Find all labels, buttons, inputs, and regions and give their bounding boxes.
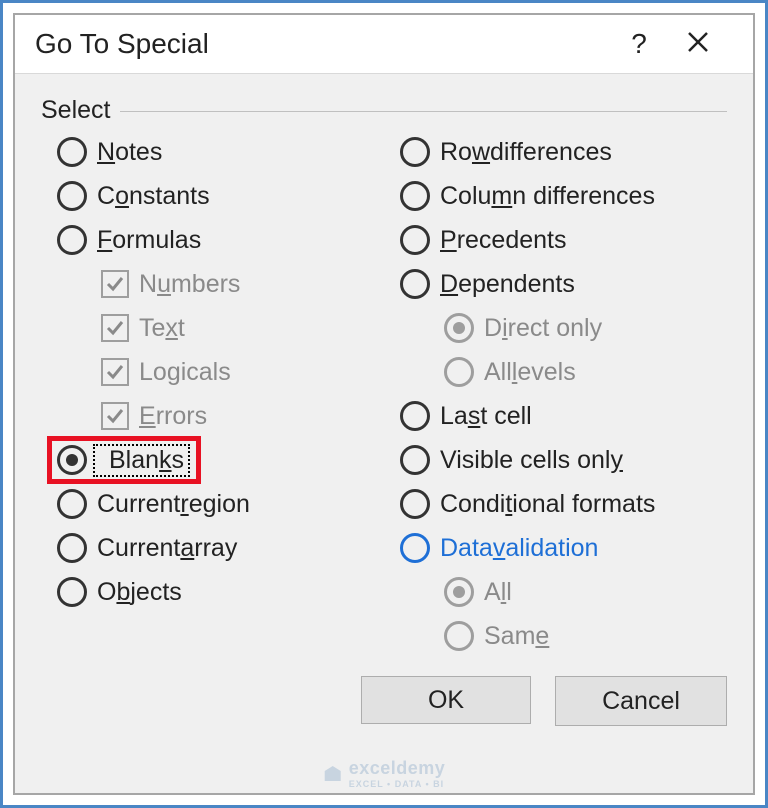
option-formulas[interactable]: Formulas — [41, 218, 384, 262]
focus-rect: Blanks — [93, 444, 190, 477]
option-same: Same — [384, 614, 727, 658]
cancel-button[interactable]: Cancel — [555, 676, 727, 726]
label-objects: Objects — [97, 578, 182, 607]
radio-all — [444, 577, 474, 607]
label-notes: Notes — [97, 138, 162, 167]
dialog-titlebar: Go To Special ? — [15, 15, 753, 74]
radio-formulas[interactable] — [57, 225, 87, 255]
option-visible[interactable]: Visible cells only — [384, 438, 727, 482]
radio-alllev — [444, 357, 474, 387]
radio-objects[interactable] — [57, 577, 87, 607]
dialog-title: Go To Special — [35, 28, 615, 60]
option-errors: Errors — [41, 394, 384, 438]
label-formulas: Formulas — [97, 226, 201, 255]
label-numbers: Numbers — [139, 270, 240, 299]
option-datavald[interactable]: Data validation — [384, 526, 727, 570]
label-alllev: All levels — [484, 358, 576, 387]
option-condfmt[interactable]: Conditional formats — [384, 482, 727, 526]
radio-preced[interactable] — [400, 225, 430, 255]
radio-direct — [444, 313, 474, 343]
option-coldiff[interactable]: Column differences — [384, 174, 727, 218]
checkbox-errors — [101, 402, 129, 430]
checkbox-logicals — [101, 358, 129, 386]
option-constants[interactable]: Constants — [41, 174, 384, 218]
checkbox-text — [101, 314, 129, 342]
label-preced: Precedents — [440, 226, 566, 255]
radio-coldiff[interactable] — [400, 181, 430, 211]
radio-lastcell[interactable] — [400, 401, 430, 431]
group-separator — [41, 111, 727, 112]
option-depend[interactable]: Dependents — [384, 262, 727, 306]
label-coldiff: Column differences — [440, 182, 655, 211]
label-all: All — [484, 578, 512, 607]
label-logicals: Logicals — [139, 358, 231, 387]
label-lastcell: Last cell — [440, 402, 532, 431]
options-right-column: Row differences Column differences Precede… — [384, 130, 727, 658]
label-datavald: Data validation — [440, 534, 598, 563]
group-label: Select — [41, 96, 120, 125]
label-constants: Constants — [97, 182, 210, 211]
options-left-column: Notes Constants Formulas Numbers Text Logical… — [41, 130, 384, 658]
option-all: All — [384, 570, 727, 614]
radio-same — [444, 621, 474, 651]
label-region: Current region — [97, 490, 250, 519]
radio-region[interactable] — [57, 489, 87, 519]
radio-notes[interactable] — [57, 137, 87, 167]
ok-button-label: OK — [428, 686, 464, 715]
radio-constants[interactable] — [57, 181, 87, 211]
checkbox-numbers — [101, 270, 129, 298]
radio-depend[interactable] — [400, 269, 430, 299]
label-errors: Errors — [139, 402, 207, 431]
dialog-body: Select Notes Constants Formulas Numbers Text… — [15, 74, 753, 658]
go-to-special-dialog: Go To Special ? Select Notes Constants For… — [13, 13, 755, 795]
options-columns: Notes Constants Formulas Numbers Text Logical… — [41, 130, 727, 658]
label-same: Same — [484, 622, 549, 651]
option-lastcell[interactable]: Last cell — [384, 394, 727, 438]
label-visible: Visible cells only — [440, 446, 623, 475]
close-button[interactable] — [663, 31, 733, 58]
option-alllev: All levels — [384, 350, 727, 394]
label-array: Current array — [97, 534, 237, 563]
label-depend: Dependents — [440, 270, 575, 299]
option-blanks[interactable]: Blanks — [41, 438, 384, 482]
label-condfmt: Conditional formats — [440, 490, 655, 519]
label-rowdiff: Row differences — [440, 138, 612, 167]
option-region[interactable]: Current region — [41, 482, 384, 526]
screenshot-frame: Go To Special ? Select Notes Constants For… — [0, 0, 768, 808]
radio-array[interactable] — [57, 533, 87, 563]
option-text: Text — [41, 306, 384, 350]
option-notes[interactable]: Notes — [41, 130, 384, 174]
help-button[interactable]: ? — [615, 28, 663, 60]
option-objects[interactable]: Objects — [41, 570, 384, 614]
radio-rowdiff[interactable] — [400, 137, 430, 167]
cancel-button-label: Cancel — [602, 687, 680, 716]
option-array[interactable]: Current array — [41, 526, 384, 570]
label-blanks: Blanks — [109, 446, 184, 475]
option-preced[interactable]: Precedents — [384, 218, 727, 262]
radio-visible[interactable] — [400, 445, 430, 475]
option-logicals: Logicals — [41, 350, 384, 394]
radio-datavald[interactable] — [400, 533, 430, 563]
radio-blanks[interactable] — [57, 445, 87, 475]
option-direct: Direct only — [384, 306, 727, 350]
option-numbers: Numbers — [41, 262, 384, 306]
ok-button[interactable]: OK — [361, 676, 531, 724]
label-text: Text — [139, 314, 185, 343]
option-rowdiff[interactable]: Row differences — [384, 130, 727, 174]
radio-condfmt[interactable] — [400, 489, 430, 519]
label-direct: Direct only — [484, 314, 602, 343]
close-icon — [687, 31, 709, 53]
dialog-button-row: OK Cancel — [15, 658, 753, 726]
